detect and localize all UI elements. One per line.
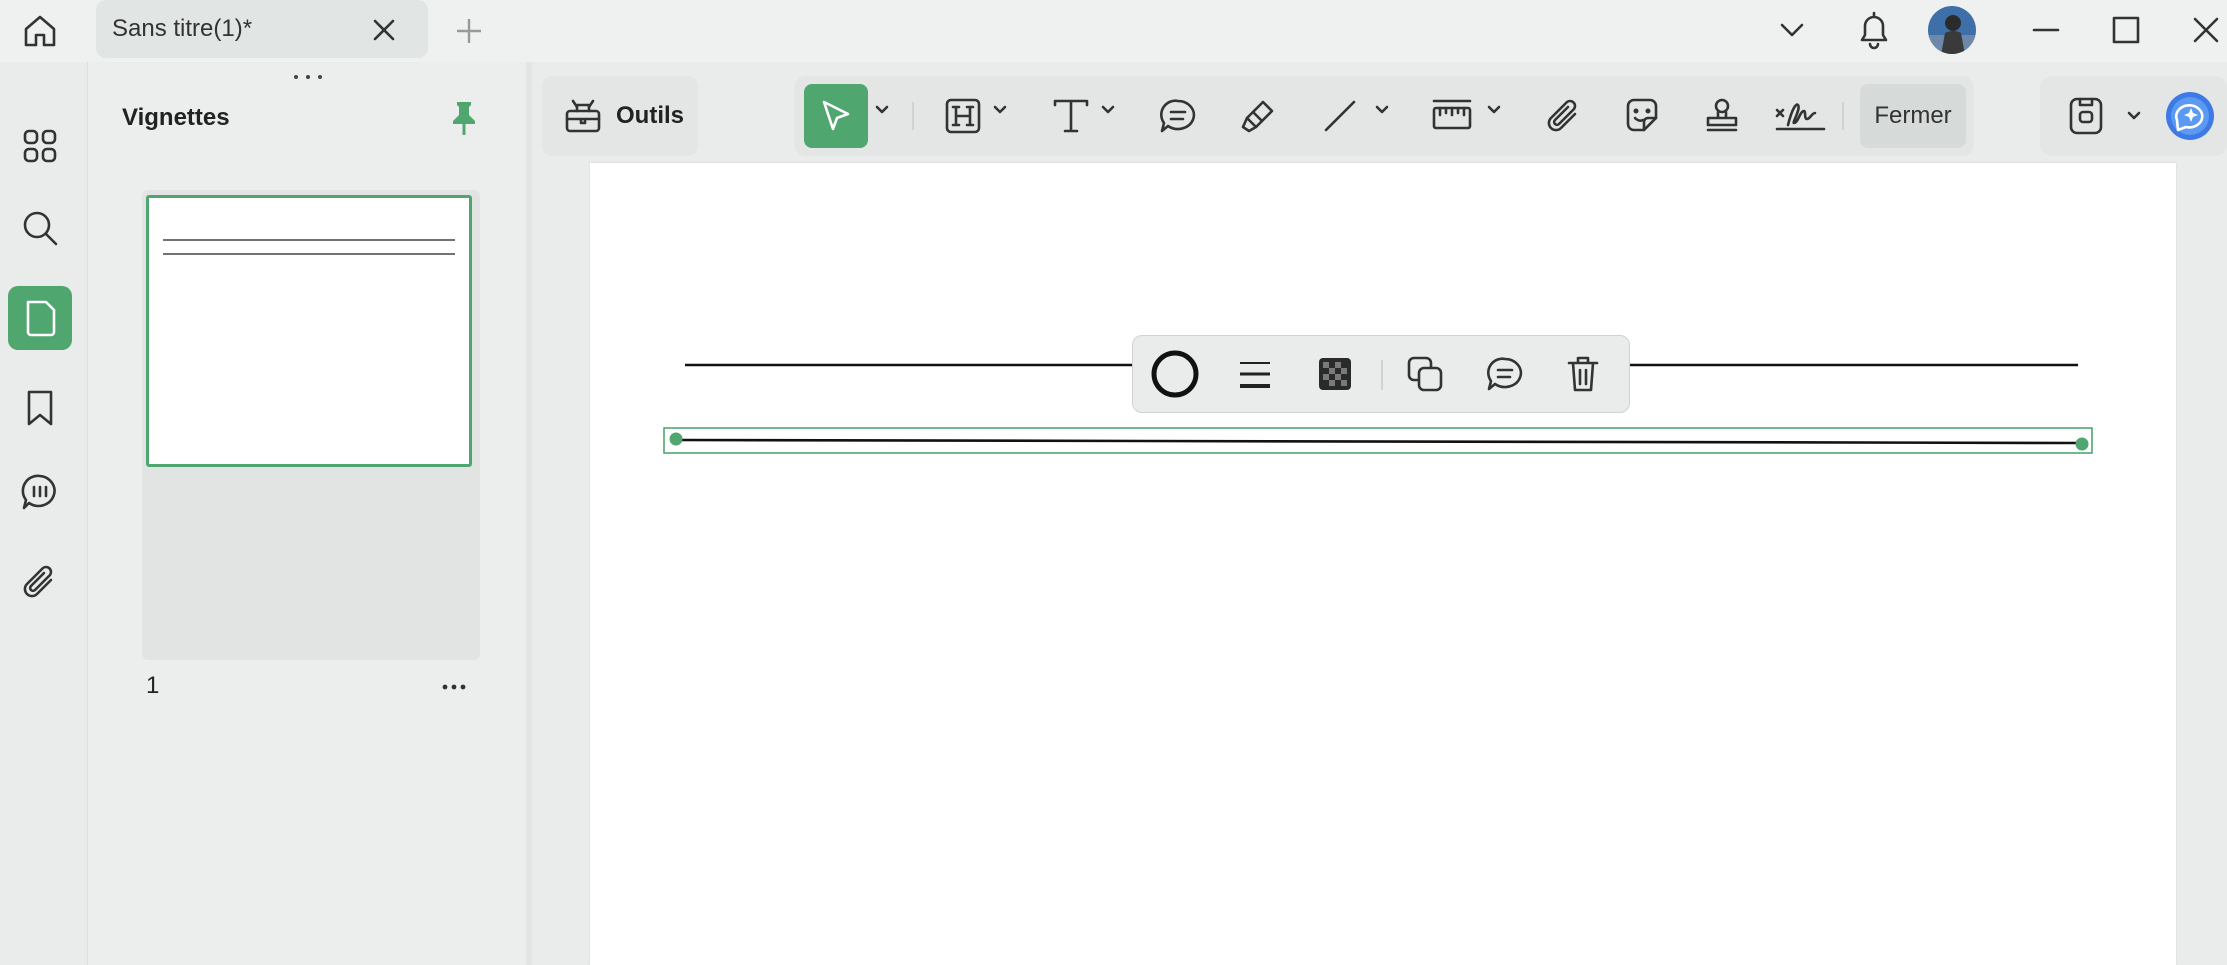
tools-button[interactable]: Outils [542, 76, 698, 156]
add-comment-icon[interactable] [1475, 344, 1535, 404]
more-options-icon[interactable] [436, 672, 472, 702]
measure-tool[interactable] [1422, 84, 1482, 148]
comment-icon[interactable] [8, 460, 72, 524]
ai-assistant-icon[interactable] [2162, 88, 2218, 144]
toolbox-icon [564, 97, 602, 135]
line-end-handle [2075, 437, 2089, 451]
attachment-icon[interactable] [8, 550, 72, 614]
chevron-down-icon[interactable] [990, 100, 1010, 120]
document-page[interactable] [590, 163, 2176, 965]
close-tools-button[interactable]: Fermer [1860, 84, 1966, 148]
chevron-down-icon[interactable] [1372, 100, 1392, 120]
avatar[interactable] [1926, 4, 1978, 56]
chevron-down-icon[interactable] [1772, 10, 1812, 50]
new-tab-icon[interactable] [450, 12, 488, 50]
annotation-toolbar [794, 76, 1974, 156]
tools-label: Outils [616, 102, 685, 129]
drag-handle[interactable] [290, 70, 326, 84]
window-close-icon[interactable] [2186, 10, 2226, 50]
bell-icon[interactable] [1852, 6, 1896, 54]
attach-file-tool[interactable] [1534, 84, 1594, 148]
duplicate-icon[interactable] [1395, 344, 1455, 404]
stroke-color-button[interactable] [1145, 344, 1205, 404]
tab-title: Sans titre(1)* [112, 15, 253, 42]
separator [1842, 102, 1844, 130]
home-icon[interactable] [14, 8, 66, 54]
close-tab-icon[interactable] [366, 12, 402, 48]
opacity-icon[interactable] [1305, 344, 1365, 404]
signature-tool[interactable] [1766, 84, 1836, 148]
save-icon[interactable] [2062, 92, 2110, 140]
pin-icon[interactable] [446, 96, 482, 140]
chevron-down-icon[interactable] [2124, 106, 2144, 126]
minimize-icon[interactable] [2026, 10, 2066, 50]
maximize-icon[interactable] [2106, 10, 2146, 50]
line-start-handle [669, 432, 683, 446]
page-number: 1 [146, 672, 160, 699]
comment-tool[interactable] [1148, 84, 1208, 148]
selected-line [677, 438, 2079, 445]
left-rail [0, 62, 88, 965]
bookmark-icon[interactable] [8, 376, 72, 440]
panel-splitter[interactable] [526, 62, 532, 965]
chevron-down-icon[interactable] [1098, 100, 1118, 120]
annotation-context-toolbar [1132, 335, 1630, 413]
select-tool-button[interactable] [804, 84, 868, 148]
separator [912, 102, 914, 130]
search-icon[interactable] [8, 196, 72, 260]
stamp-tool[interactable] [1692, 84, 1752, 148]
delete-icon[interactable] [1553, 344, 1613, 404]
separator [1381, 360, 1383, 390]
highlight-text-tool[interactable] [936, 84, 990, 148]
sticker-tool[interactable] [1612, 84, 1672, 148]
panel-title: Vignettes [122, 104, 230, 131]
chevron-down-icon[interactable] [872, 100, 892, 120]
right-toolbar [2040, 76, 2227, 156]
page-icon[interactable] [8, 286, 72, 350]
document-tab[interactable]: Sans titre(1)* [96, 0, 428, 58]
chevron-down-icon[interactable] [1484, 100, 1504, 120]
text-tool[interactable] [1044, 84, 1098, 148]
line-weight-icon[interactable] [1225, 344, 1285, 404]
title-bar: Sans titre(1)* [0, 0, 2227, 62]
highlighter-tool[interactable] [1228, 84, 1288, 148]
line-tool[interactable] [1310, 84, 1370, 148]
apps-icon[interactable] [8, 114, 72, 178]
page-thumbnail[interactable] [146, 195, 472, 467]
